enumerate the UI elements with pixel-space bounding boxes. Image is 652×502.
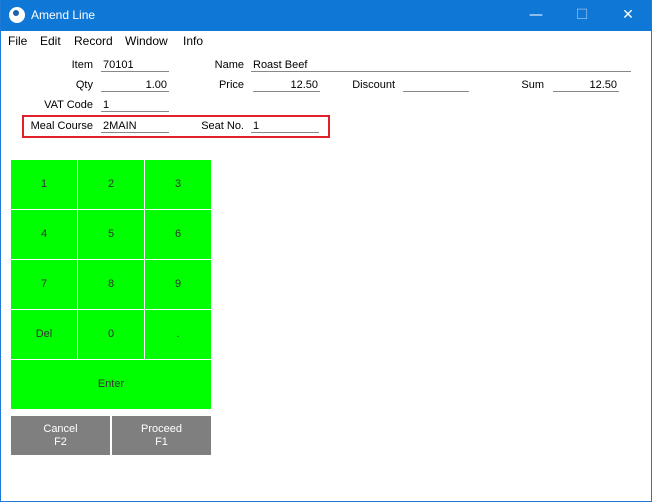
vat-code-label: VAT Code bbox=[44, 99, 93, 111]
maximize-button[interactable]: ☐ bbox=[559, 0, 605, 31]
meal-course-label: Meal Course bbox=[30, 120, 93, 132]
proceed-button[interactable]: Proceed F1 bbox=[112, 416, 211, 455]
menu-info[interactable]: Info bbox=[183, 34, 203, 48]
key-9[interactable]: 9 bbox=[145, 260, 211, 309]
cancel-button[interactable]: Cancel F2 bbox=[11, 416, 110, 455]
discount-field[interactable] bbox=[403, 78, 469, 92]
proceed-button-label: Proceed bbox=[141, 423, 182, 435]
discount-label: Discount bbox=[352, 79, 395, 91]
name-label: Name bbox=[214, 59, 244, 71]
cancel-button-shortcut: F2 bbox=[54, 436, 67, 448]
proceed-button-shortcut: F1 bbox=[155, 436, 168, 448]
name-field[interactable]: Roast Beef bbox=[251, 58, 631, 72]
title-bar[interactable]: Amend Line — ☐ ✕ bbox=[1, 0, 651, 31]
app-icon bbox=[9, 7, 25, 23]
menu-file[interactable]: File bbox=[8, 34, 27, 48]
menu-window[interactable]: Window bbox=[125, 34, 168, 48]
key-7[interactable]: 7 bbox=[11, 260, 77, 309]
cancel-button-label: Cancel bbox=[43, 423, 78, 435]
price-label: Price bbox=[218, 79, 244, 91]
sum-label: Sum bbox=[521, 79, 544, 91]
item-field[interactable]: 70101 bbox=[101, 58, 169, 72]
key-1[interactable]: 1 bbox=[11, 160, 77, 209]
price-field[interactable]: 12.50 bbox=[253, 78, 320, 92]
key-6[interactable]: 6 bbox=[145, 210, 211, 259]
key-4[interactable]: 4 bbox=[11, 210, 77, 259]
key-5[interactable]: 5 bbox=[78, 210, 144, 259]
seat-no-field[interactable]: 1 bbox=[251, 119, 319, 133]
key-2[interactable]: 2 bbox=[78, 160, 144, 209]
menu-edit[interactable]: Edit bbox=[40, 34, 61, 48]
enter-button[interactable]: Enter bbox=[11, 360, 211, 409]
qty-field[interactable]: 1.00 bbox=[101, 78, 169, 92]
qty-label: Qty bbox=[75, 79, 93, 91]
vat-code-field[interactable]: 1 bbox=[101, 98, 169, 112]
window-title: Amend Line bbox=[31, 8, 96, 22]
key-3[interactable]: 3 bbox=[145, 160, 211, 209]
sum-field[interactable]: 12.50 bbox=[553, 78, 619, 92]
key-del[interactable]: Del bbox=[11, 310, 77, 359]
amend-line-window: Amend Line — ☐ ✕ File Edit Record Window… bbox=[1, 0, 651, 501]
menu-record[interactable]: Record bbox=[74, 34, 113, 48]
key-0[interactable]: 0 bbox=[78, 310, 144, 359]
meal-course-field[interactable]: 2MAIN bbox=[101, 119, 169, 133]
minimize-button[interactable]: — bbox=[513, 0, 559, 31]
key-8[interactable]: 8 bbox=[78, 260, 144, 309]
seat-no-label: Seat No. bbox=[201, 120, 244, 132]
key-dot[interactable]: . bbox=[145, 310, 211, 359]
menu-bar: File Edit Record Window Info bbox=[1, 31, 651, 51]
item-label: Item bbox=[71, 59, 93, 71]
close-button[interactable]: ✕ bbox=[605, 0, 651, 31]
